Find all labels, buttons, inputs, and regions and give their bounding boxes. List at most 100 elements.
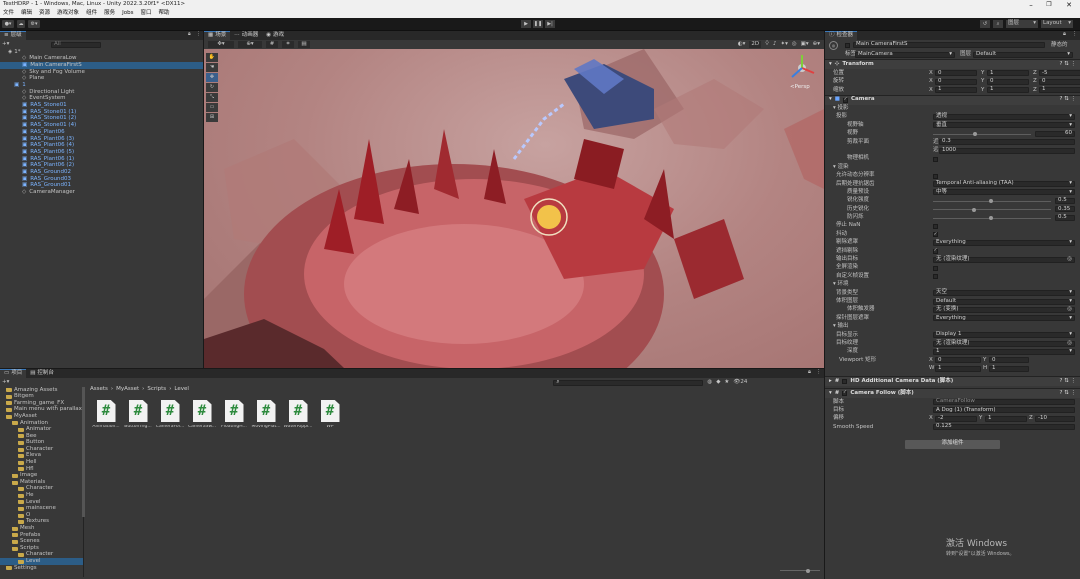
layers-dropdown[interactable]: 图层 ▾	[1006, 20, 1038, 28]
folder-item[interactable]: Character	[0, 552, 83, 559]
rotate-tool-icon[interactable]: ↻	[206, 83, 218, 92]
transform-tool-icon[interactable]: ⊞	[206, 113, 218, 122]
grid-icon[interactable]: #	[266, 41, 278, 48]
step-button[interactable]: ▶|	[545, 20, 555, 28]
asset-item[interactable]: # Animation...	[92, 400, 120, 430]
folder-item[interactable]: He	[0, 493, 83, 500]
move-tool-icon[interactable]: ✥	[206, 73, 218, 82]
rendering-foldout[interactable]: ▾ 渲染	[833, 164, 849, 171]
transform-x-field[interactable]: 1	[935, 87, 977, 94]
property-field[interactable]: 0.5	[1055, 214, 1075, 221]
property-dropdown[interactable]: Display 1 ▾	[933, 332, 1075, 339]
breadcrumb-item[interactable]: MyAsset	[116, 386, 139, 393]
property-checkbox[interactable]	[933, 265, 938, 271]
close-icon[interactable]: ✕	[1064, 1, 1074, 9]
account-button[interactable]: ●▾	[2, 20, 14, 28]
folder-item[interactable]: Hell	[0, 460, 83, 467]
projection-foldout[interactable]: ▾ 投影	[833, 105, 849, 112]
favorite-icon[interactable]: ★	[724, 379, 729, 386]
projection-dropdown[interactable]: 透视 ▾	[933, 114, 1075, 120]
hd-data-checkbox[interactable]	[842, 379, 848, 385]
transform-y-field[interactable]: 0	[987, 79, 1029, 85]
tree-scrollbar[interactable]	[82, 387, 85, 517]
tab-scene[interactable]: ▦ 场景	[204, 31, 231, 40]
folder-item[interactable]: Amazing Assets	[0, 387, 83, 394]
menu-item-7[interactable]: 窗口	[140, 11, 151, 17]
property-checkbox[interactable]	[933, 224, 938, 230]
zoom-slider[interactable]	[780, 568, 820, 573]
camera-follow-header[interactable]: ▾ # ✓ Camera Follow (脚本) ? ⇅ ⋮	[825, 388, 1080, 399]
transform-y-field[interactable]: 1	[987, 70, 1029, 77]
hierarchy-item[interactable]: ◇ Plane	[0, 76, 203, 83]
camera-header[interactable]: ▾ ■ ✓ Camera ? ⇅ ⋮	[825, 94, 1080, 105]
orientation-gizmo[interactable]	[787, 53, 817, 83]
transform-x-field[interactable]: 0	[935, 70, 977, 77]
physical-camera-checkbox[interactable]	[933, 156, 938, 162]
folder-item[interactable]: Eleva	[0, 453, 83, 460]
transform-z-field[interactable]: 0	[1039, 79, 1080, 85]
breadcrumb-item[interactable]: Scripts	[147, 386, 166, 393]
menu-item-8[interactable]: 帮助	[158, 11, 169, 17]
menu-item-3[interactable]: 游戏对象	[57, 11, 79, 17]
property-slider[interactable]	[933, 207, 1051, 212]
maximize-icon[interactable]: ❐	[1044, 1, 1054, 9]
folder-item[interactable]: Mesh	[0, 525, 83, 532]
property-dropdown[interactable]: 中等 ▾	[933, 189, 1075, 196]
offset-y-field[interactable]: 1	[985, 416, 1027, 422]
static-toggle[interactable]: 静态的	[1051, 42, 1068, 49]
folder-item[interactable]: Animator	[0, 427, 83, 434]
snap-icon[interactable]: ⌗	[282, 41, 294, 48]
tab-game[interactable]: ◉ 游戏	[262, 31, 288, 40]
gizmos-icon[interactable]: ⊕▾	[813, 41, 820, 48]
tab-inspector[interactable]: ⓘ 检查器	[825, 31, 858, 40]
camera-follow-checkbox[interactable]: ✓	[842, 391, 848, 397]
offset-z-field[interactable]: -10	[1035, 416, 1075, 422]
tab-hierarchy[interactable]: ≡ 层级	[0, 31, 26, 40]
property-dropdown[interactable]: Default ▾	[933, 298, 1075, 305]
hierarchy-item[interactable]: ▣ RAS_Plant06 (5)	[0, 149, 203, 156]
folder-item[interactable]: Settings	[0, 565, 83, 572]
menu-item-5[interactable]: 服务	[104, 11, 115, 17]
play-button[interactable]: ▶	[521, 20, 531, 28]
component-menu-icon[interactable]: ? ⇅ ⋮	[1059, 62, 1076, 68]
scale-tool-icon[interactable]: ⤡	[206, 93, 218, 102]
property-dropdown[interactable]: Everything ▾	[933, 315, 1075, 322]
scene-viewport[interactable]: ✋ ☚ ✥ ↻ ⤡ ▭ ⊞ <Persp	[204, 49, 824, 368]
transform-z-field[interactable]: -5	[1039, 70, 1080, 77]
pivot-dropdown[interactable]: ⊕▾	[238, 41, 262, 48]
folder-item[interactable]: Hfl	[0, 466, 83, 473]
menu-item-4[interactable]: 组件	[86, 11, 97, 17]
transform-x-field[interactable]: 0	[935, 79, 977, 85]
property-checkbox[interactable]	[933, 274, 938, 280]
folder-item[interactable]: Character	[0, 486, 83, 493]
property-object-field[interactable]: 无 (变换) ◎	[933, 307, 1075, 313]
transform-header[interactable]: ▾ ⊹ Transform ? ⇅ ⋮	[825, 59, 1080, 70]
output-foldout[interactable]: ▾ 输出	[833, 323, 849, 330]
offset-x-field[interactable]: -2	[935, 416, 977, 422]
folder-item[interactable]: Scenes	[0, 539, 83, 546]
history-icon[interactable]: ↺	[980, 20, 990, 28]
property-dropdown[interactable]: 天空 ▾	[933, 290, 1075, 297]
menu-item-0[interactable]: 文件	[3, 11, 14, 17]
lighting-icon[interactable]: 💡︎	[765, 41, 769, 48]
transform-z-field[interactable]: 1	[1039, 87, 1080, 94]
smooth-speed-field[interactable]: 0.125	[933, 424, 1075, 431]
object-name-field[interactable]: Main CameraFirstS	[853, 42, 1045, 48]
hidden-objects-icon[interactable]: ◎	[792, 41, 797, 48]
fov-slider[interactable]	[933, 132, 1031, 137]
property-checkbox[interactable]	[933, 173, 938, 179]
transform-y-field[interactable]: 1	[987, 87, 1029, 94]
pause-button[interactable]: ❚❚	[533, 20, 543, 28]
more-icon[interactable]: ⋮	[1072, 31, 1078, 38]
environment-foldout[interactable]: ▾ 环境	[833, 281, 849, 288]
far-field[interactable]: 1000	[939, 147, 1075, 154]
property-object-field[interactable]: 无 (渲染纹理) ◎	[933, 256, 1075, 263]
fov-axis-dropdown[interactable]: 垂直 ▾	[933, 122, 1075, 129]
menu-item-6[interactable]: Jobs	[122, 11, 133, 17]
asset-item[interactable]: # MovingPlat...	[251, 400, 281, 430]
camera-icon[interactable]: ▣▾	[801, 41, 809, 48]
active-checkbox[interactable]	[845, 43, 850, 48]
persp-label[interactable]: <Persp	[790, 84, 810, 91]
camera-enabled-checkbox[interactable]: ✓	[842, 97, 848, 103]
lock-icon[interactable]: 🔒︎	[188, 32, 191, 37]
